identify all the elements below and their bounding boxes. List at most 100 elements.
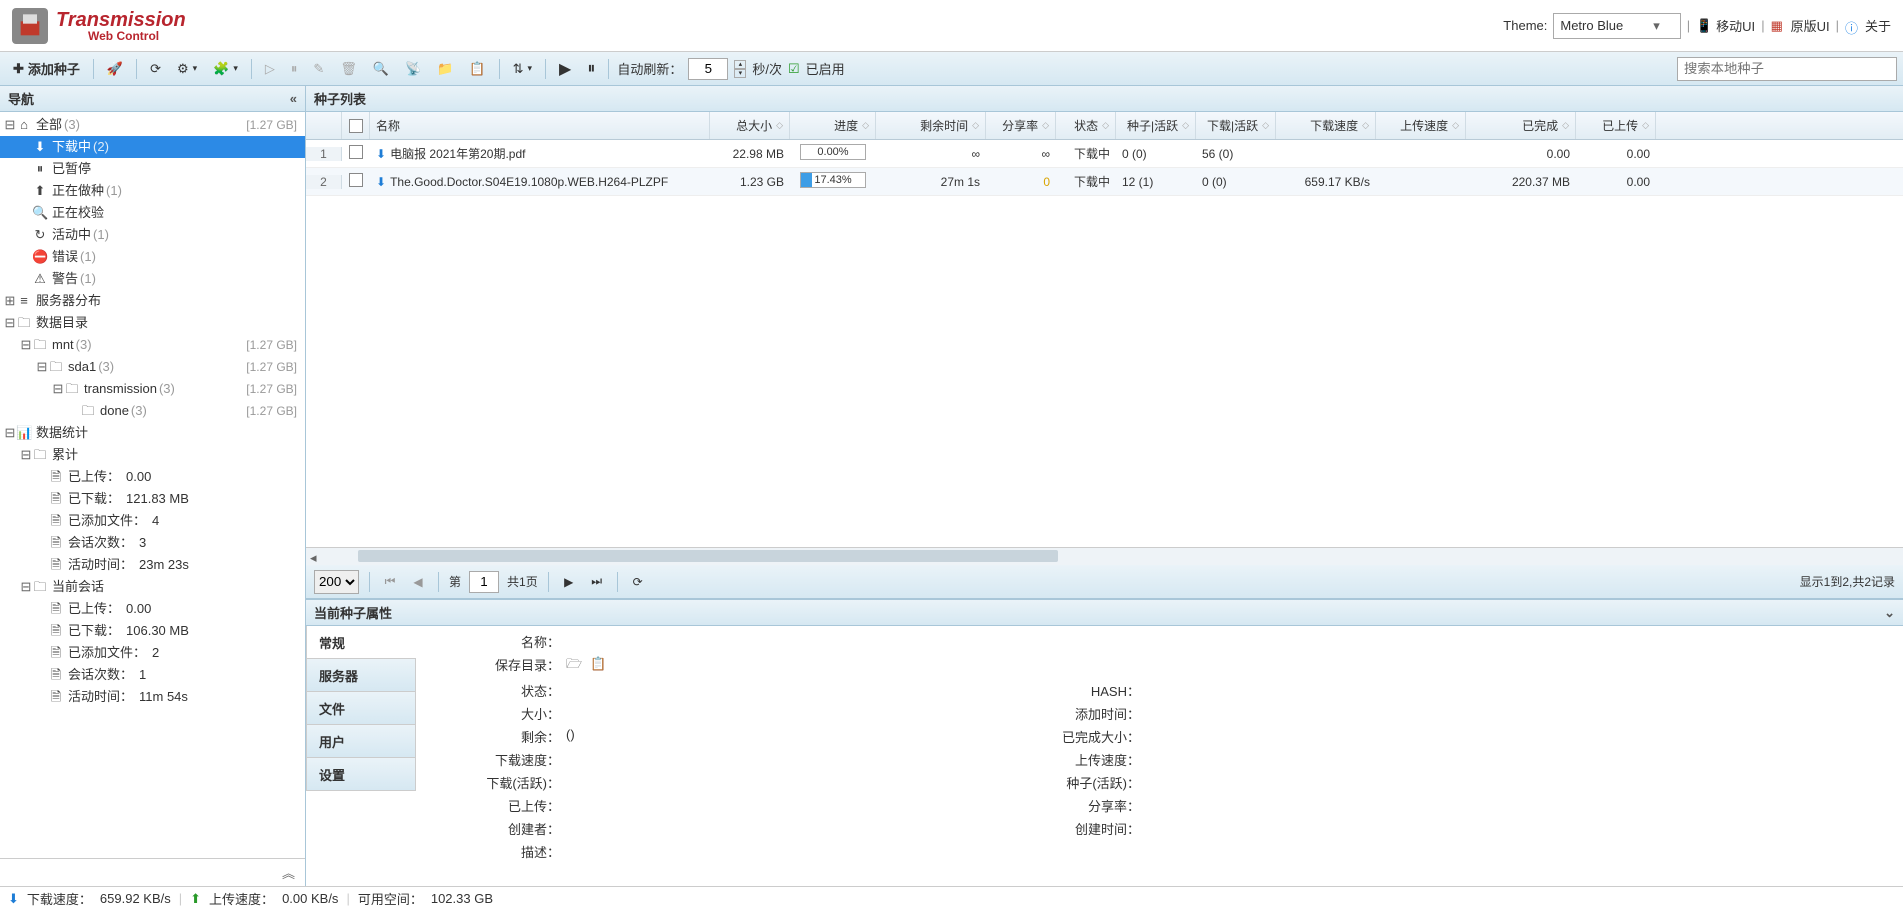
collapse-props-button[interactable]: ⌄ bbox=[1884, 605, 1895, 621]
tracker-button[interactable]: 📡 bbox=[400, 58, 426, 80]
play-button[interactable]: ▷ bbox=[260, 58, 280, 80]
refresh-spinner[interactable]: ▴▾ bbox=[734, 60, 746, 78]
tree-toggle[interactable]: ⊟ bbox=[52, 379, 64, 399]
rename-button[interactable]: 📋 bbox=[464, 58, 490, 80]
tree-node-warning[interactable]: ⚠警告 (1) bbox=[0, 268, 305, 290]
prop-tab-4[interactable]: 设置 bbox=[306, 757, 416, 791]
column-header[interactable]: 进度◇ bbox=[790, 112, 876, 139]
tree-node-s-down[interactable]: 🗎已下载： 106.30 MB bbox=[0, 620, 305, 642]
folder-open-icon[interactable]: 🗁 bbox=[566, 656, 582, 671]
tree-node-s-sess[interactable]: 🗎会话次数： 1 bbox=[0, 664, 305, 686]
tree-toggle[interactable]: ⊟ bbox=[4, 115, 16, 135]
theme-select[interactable]: Metro Blue ▾ bbox=[1553, 13, 1680, 39]
tree-node-t-sess[interactable]: 🗎会话次数： 3 bbox=[0, 532, 305, 554]
tree-node-sda1[interactable]: ⊟🗀sda1 (3)[1.27 GB] bbox=[0, 356, 305, 378]
column-header[interactable]: 总大小◇ bbox=[710, 112, 790, 139]
row-checkbox[interactable] bbox=[349, 145, 363, 159]
refresh-button[interactable]: ⟳ bbox=[145, 58, 166, 80]
column-header[interactable]: 名称 bbox=[370, 112, 710, 139]
table-row[interactable]: 2⬇The.Good.Doctor.S04E19.1080p.WEB.H264-… bbox=[306, 168, 1903, 196]
column-header[interactable]: 已完成◇ bbox=[1466, 112, 1576, 139]
tree-node-s-time[interactable]: 🗎活动时间： 11m 54s bbox=[0, 686, 305, 708]
original-ui-link[interactable]: ▦ 原版UI bbox=[1771, 16, 1830, 35]
tree-toggle[interactable]: ⊟ bbox=[4, 313, 16, 333]
prop-tab-3[interactable]: 用户 bbox=[306, 724, 416, 758]
tree-node-t-down[interactable]: 🗎已下载： 121.83 MB bbox=[0, 488, 305, 510]
tree-node-seeding[interactable]: ⬆正在做种 (1) bbox=[0, 180, 305, 202]
horizontal-scrollbar[interactable]: ◂ bbox=[306, 547, 1903, 565]
expand-up-icon[interactable]: ︽ bbox=[282, 863, 295, 882]
first-page-button[interactable]: ⏮ bbox=[380, 572, 400, 592]
page-size-select[interactable]: 200 bbox=[314, 570, 359, 594]
prop-tab-1[interactable]: 服务器 bbox=[306, 658, 416, 692]
row-checkbox[interactable] bbox=[349, 173, 363, 187]
column-header[interactable]: 下载|活跃◇ bbox=[1196, 112, 1276, 139]
tree-node-data-dir[interactable]: ⊟🗀数据目录 bbox=[0, 312, 305, 334]
tree-toggle[interactable]: ⊟ bbox=[4, 423, 16, 443]
settings-button[interactable]: ⚙▾ bbox=[172, 58, 202, 80]
edit-button[interactable]: ✎ bbox=[308, 58, 329, 80]
tree-node-checking[interactable]: 🔍正在校验 bbox=[0, 202, 305, 224]
tree-node-all[interactable]: ⊟⌂全部 (3)[1.27 GB] bbox=[0, 114, 305, 136]
tree-toggle[interactable]: ⊟ bbox=[20, 335, 32, 355]
last-page-button[interactable]: ⏭ bbox=[587, 572, 607, 592]
pause-button[interactable]: ⏸ bbox=[286, 58, 303, 80]
tree-toggle[interactable]: ⊟ bbox=[36, 357, 48, 377]
column-header[interactable]: 剩余时间◇ bbox=[876, 112, 986, 139]
tree-toggle[interactable]: ⊟ bbox=[20, 445, 32, 465]
column-header[interactable] bbox=[306, 112, 342, 139]
column-header[interactable] bbox=[342, 112, 370, 139]
tree-node-error[interactable]: ⛔错误 (1) bbox=[0, 246, 305, 268]
prop-value bbox=[1146, 655, 1893, 677]
tree-node-total[interactable]: ⊟🗀累计 bbox=[0, 444, 305, 466]
select-all-checkbox[interactable] bbox=[349, 119, 363, 133]
tree-node-mnt[interactable]: ⊟🗀mnt (3)[1.27 GB] bbox=[0, 334, 305, 356]
add-torrent-button[interactable]: ✚ 添加种子 bbox=[8, 56, 85, 81]
speed-button[interactable]: ⇅▾ bbox=[508, 58, 537, 80]
tree-node-active[interactable]: ↻活动中 (1) bbox=[0, 224, 305, 246]
tree-node-session[interactable]: ⊟🗀当前会话 bbox=[0, 576, 305, 598]
tree-node-downloading[interactable]: ⬇下载中 (2) bbox=[0, 136, 305, 158]
delete-button[interactable]: 🗑 bbox=[335, 58, 362, 80]
column-header[interactable]: 种子|活跃◇ bbox=[1116, 112, 1196, 139]
clipboard-icon[interactable]: 📋 bbox=[590, 656, 606, 671]
tree-node-trackers[interactable]: ⊞≡服务器分布 bbox=[0, 290, 305, 312]
tree-node-transmission[interactable]: ⊟🗀transmission (3)[1.27 GB] bbox=[0, 378, 305, 400]
collapse-sidebar-button[interactable]: « bbox=[290, 91, 297, 106]
start-all-button[interactable]: ▶ bbox=[554, 56, 576, 82]
page-input[interactable] bbox=[469, 571, 499, 593]
mobile-ui-link[interactable]: 📱 移动UI bbox=[1696, 16, 1755, 35]
scrollbar-thumb[interactable] bbox=[358, 550, 1058, 562]
column-header[interactable]: 状态◇ bbox=[1056, 112, 1116, 139]
prop-tab-2[interactable]: 文件 bbox=[306, 691, 416, 725]
table-row[interactable]: 1⬇电脑报 2021年第20期.pdf22.98 MB0.00%∞∞下载中0 (… bbox=[306, 140, 1903, 168]
move-button[interactable]: 📁 bbox=[432, 58, 458, 80]
prev-page-button[interactable]: ◀ bbox=[408, 572, 428, 592]
tree-node-t-time[interactable]: 🗎活动时间： 23m 23s bbox=[0, 554, 305, 576]
reload-button[interactable]: ⟳ bbox=[628, 572, 648, 592]
start-button[interactable]: 🚀 bbox=[102, 58, 128, 80]
tree-node-s-files[interactable]: 🗎已添加文件： 2 bbox=[0, 642, 305, 664]
column-header[interactable]: 下载速度◇ bbox=[1276, 112, 1376, 139]
column-header[interactable]: 已上传◇ bbox=[1576, 112, 1656, 139]
tree-node-s-up[interactable]: 🗎已上传： 0.00 bbox=[0, 598, 305, 620]
tree-toggle[interactable]: ⊟ bbox=[20, 577, 32, 597]
recheck-button[interactable]: 🔍 bbox=[368, 58, 394, 80]
tree-toggle[interactable]: ⊞ bbox=[4, 291, 16, 311]
refresh-interval-input[interactable] bbox=[688, 58, 728, 80]
tree-node-stats[interactable]: ⊟📊数据统计 bbox=[0, 422, 305, 444]
prop-tab-0[interactable]: 常规 bbox=[306, 626, 416, 659]
pause-all-button[interactable]: ⏸ bbox=[582, 57, 600, 81]
next-page-button[interactable]: ▶ bbox=[559, 572, 579, 592]
tree-node-t-up[interactable]: 🗎已上传： 0.00 bbox=[0, 466, 305, 488]
column-header[interactable]: 分享率◇ bbox=[986, 112, 1056, 139]
tree-node-paused[interactable]: ⏸已暂停 bbox=[0, 158, 305, 180]
search-input[interactable] bbox=[1677, 57, 1897, 81]
tree-node-done[interactable]: 🗀done (3)[1.27 GB] bbox=[0, 400, 305, 422]
tree-node-t-files[interactable]: 🗎已添加文件： 4 bbox=[0, 510, 305, 532]
column-header[interactable]: 上传速度◇ bbox=[1376, 112, 1466, 139]
about-link[interactable]: ⓘ 关于 bbox=[1845, 16, 1891, 35]
name-cell: ⬇电脑报 2021年第20期.pdf bbox=[370, 145, 710, 162]
plugin-button[interactable]: 🧩▾ bbox=[208, 58, 243, 80]
scroll-left-icon[interactable]: ◂ bbox=[310, 550, 317, 566]
